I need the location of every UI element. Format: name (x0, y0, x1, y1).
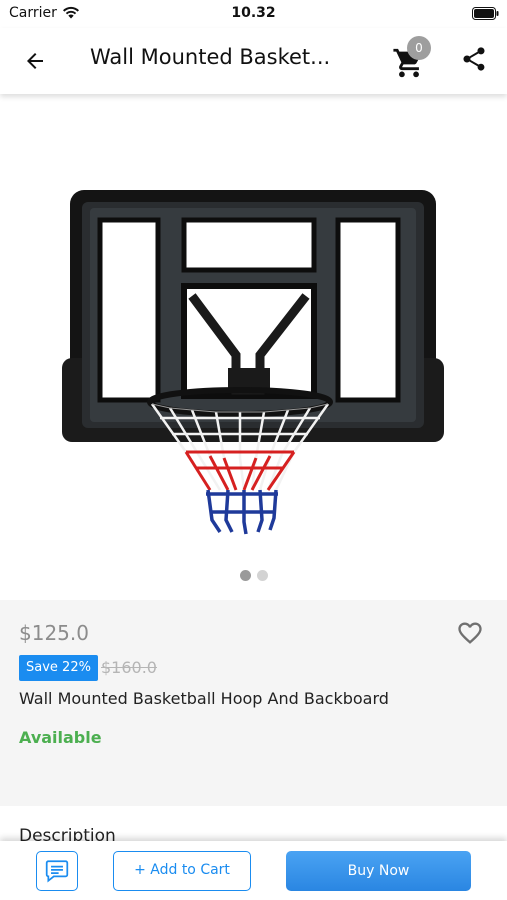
share-icon (463, 47, 485, 71)
status-bar: Carrier 10.32 (0, 0, 507, 28)
product-name: Wall Mounted Basketball Hoop And Backboa… (19, 689, 389, 708)
gallery-dot[interactable] (257, 570, 268, 581)
description-section: Description (0, 806, 507, 846)
chat-bubble-icon (45, 860, 69, 883)
app-bar: Wall Mounted Basket... 0 (0, 28, 507, 94)
share-button[interactable] (460, 45, 490, 75)
product-info: $125.0 Save 22% $160.0 Wall Mounted Bask… (0, 600, 507, 806)
product-price: $125.0 (19, 621, 89, 645)
availability-status: Available (19, 728, 102, 747)
basketball-hoop-image (62, 190, 444, 535)
add-to-cart-button[interactable]: + Add to Cart (113, 851, 251, 891)
bottom-action-bar: + Add to Cart Buy Now (0, 841, 507, 900)
arrow-left-icon (27, 53, 43, 69)
original-price: $160.0 (101, 658, 157, 677)
cart-count-badge: 0 (407, 36, 431, 60)
page-title: Wall Mounted Basket... (90, 45, 331, 69)
product-image-gallery[interactable] (0, 94, 507, 600)
heart-outline-icon (458, 622, 482, 644)
back-button[interactable] (20, 46, 50, 76)
chat-button[interactable] (36, 851, 78, 891)
discount-badge: Save 22% (19, 655, 98, 681)
wishlist-button[interactable] (455, 619, 485, 647)
battery-icon (472, 7, 499, 20)
buy-now-button[interactable]: Buy Now (286, 851, 471, 891)
gallery-dot-active[interactable] (240, 570, 251, 581)
clock: 10.32 (231, 5, 276, 21)
